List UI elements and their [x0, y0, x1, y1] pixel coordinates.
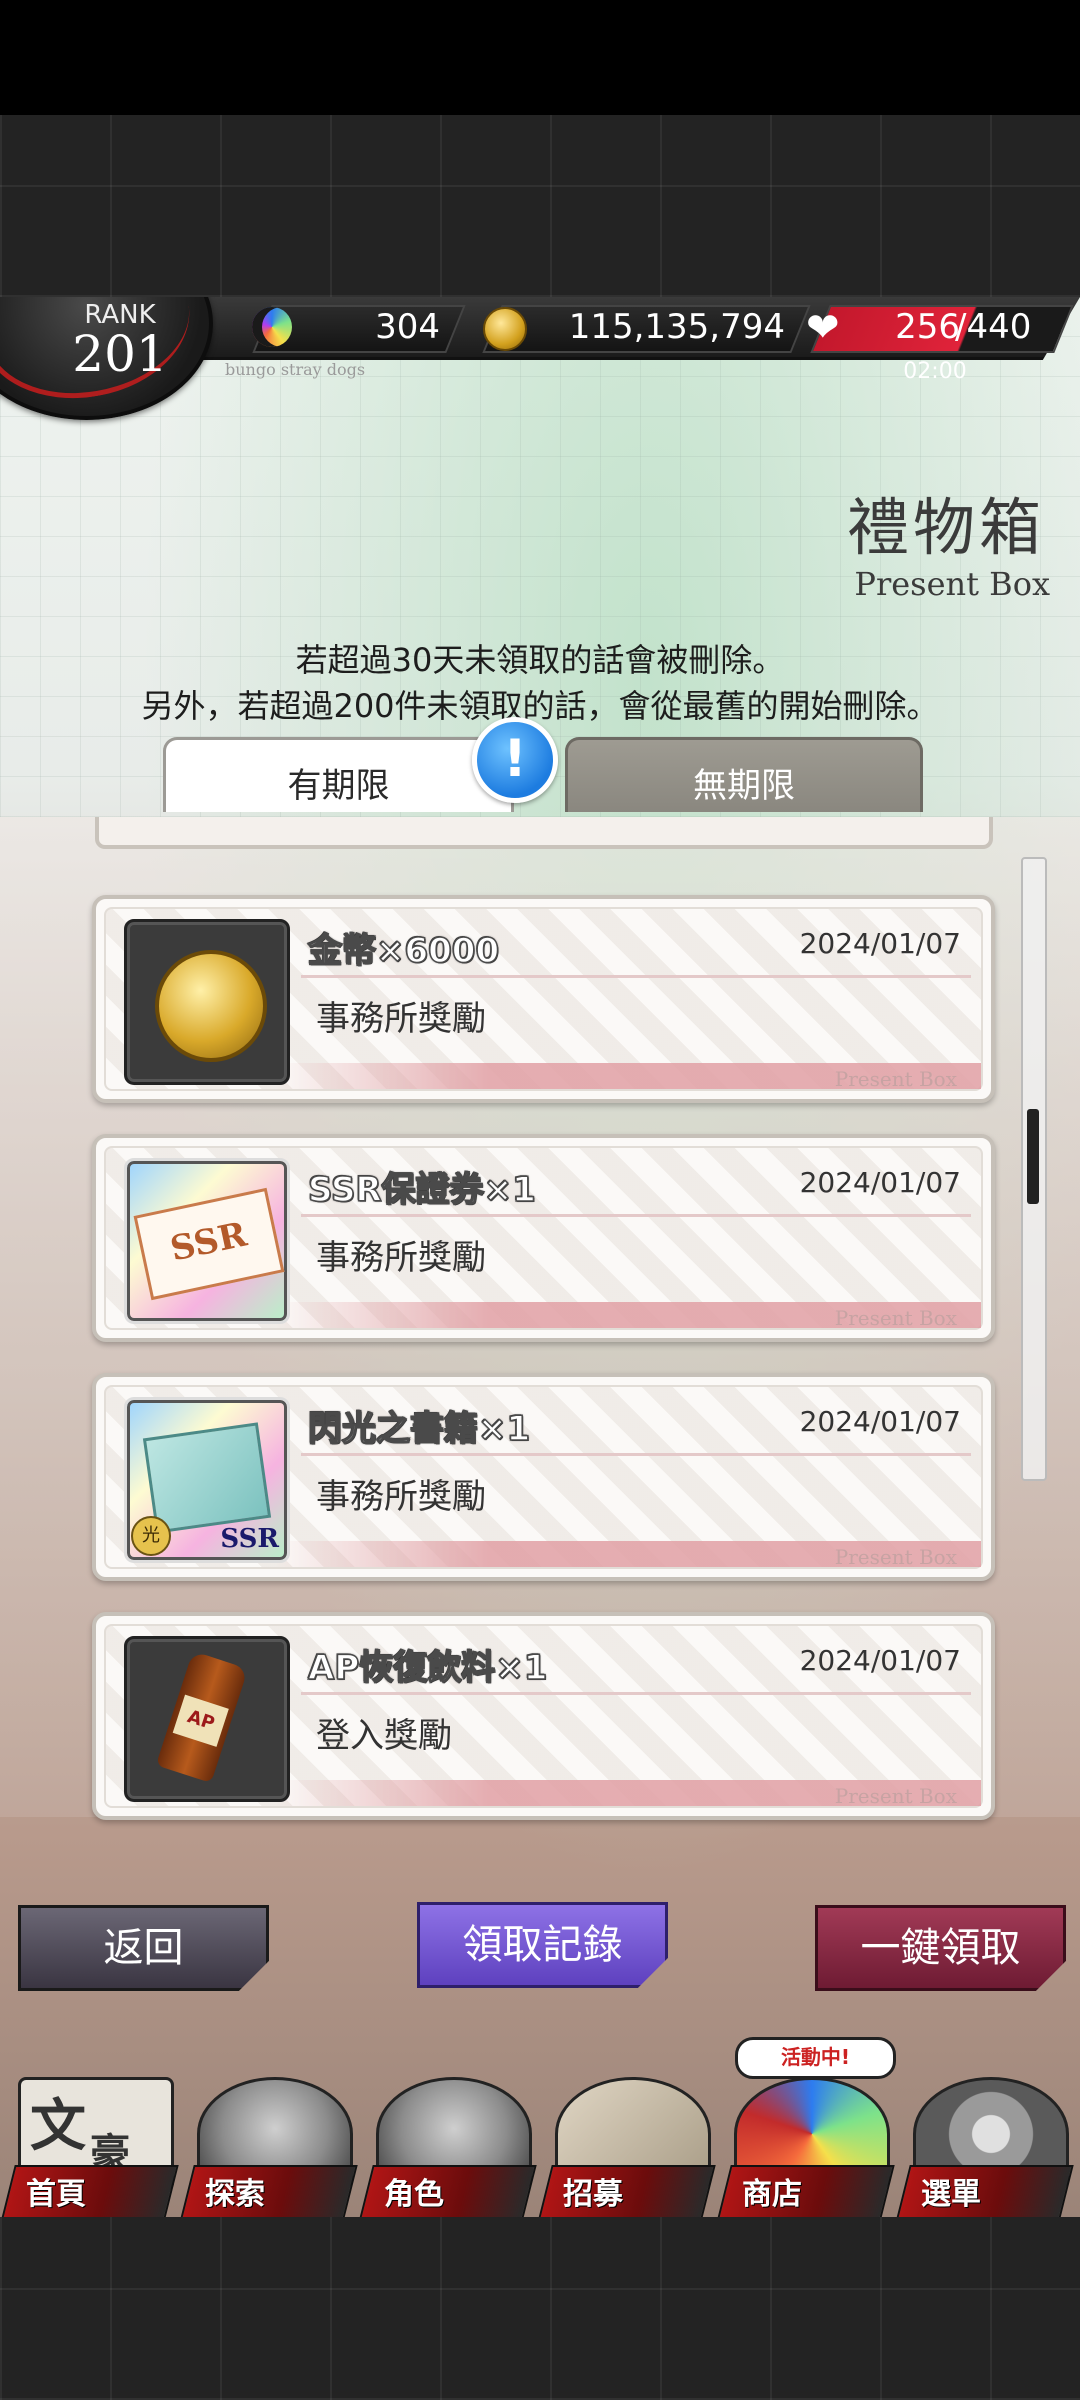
glow-badge: 光	[131, 1516, 171, 1556]
ap-timer: 02:00	[903, 359, 967, 384]
gem-count: 304	[375, 307, 440, 347]
nav-characters-label: 角色	[384, 2177, 444, 2212]
nav-shop-label: 商店	[742, 2177, 802, 2212]
item-thumbnail: SSR	[124, 1158, 290, 1324]
list-item[interactable]: 光 SSR 閃光之書籍×1 2024/01/07 事務所獎勵 Present B…	[92, 1373, 995, 1581]
nav-menu[interactable]: 選單	[896, 2077, 1074, 2217]
event-badge: 活動中!	[735, 2037, 896, 2079]
coin-icon	[483, 307, 527, 351]
item-date: 2024/01/07	[799, 1405, 961, 1438]
gem-icon	[252, 307, 292, 347]
item-source: 事務所獎勵	[316, 1238, 486, 1278]
tab-limited[interactable]: 有期限	[163, 737, 514, 812]
tab-limited-label: 有期限	[287, 766, 390, 806]
bottom-nav: 活動中! 文 豪 首頁 探索 角色 招募 商店 選單	[0, 2037, 1080, 2217]
item-source: 事務所獎勵	[316, 1477, 486, 1517]
nav-explore-label: 探索	[205, 2177, 265, 2212]
ap-current: 256	[895, 307, 960, 347]
notice-line-2: 另外，若超過200件未領取的話，會從最舊的開始刪除。	[141, 687, 939, 725]
nav-recruit-label: 招募	[563, 2177, 623, 2212]
scroll-thumb[interactable]	[1027, 1109, 1039, 1204]
ap-max: /440	[955, 307, 1032, 347]
rank-value: 201	[72, 325, 168, 383]
ssr-ticket-icon: SSR	[133, 1187, 285, 1301]
status-bar-area	[0, 0, 1080, 115]
page-title: 禮物箱	[846, 491, 1045, 564]
nav-menu-label: 選單	[921, 2177, 981, 2212]
nav-shop[interactable]: 商店	[717, 2077, 895, 2217]
item-source: 事務所獎勵	[316, 999, 486, 1039]
back-button[interactable]: 返回	[18, 1905, 269, 1991]
ap-heart-icon: ❤	[806, 305, 840, 351]
tab-unlimited[interactable]: 無期限	[565, 737, 923, 812]
nav-characters[interactable]: 角色	[359, 2077, 537, 2217]
ssr-badge: SSR	[220, 1524, 279, 1554]
item-thumbnail: AP	[124, 1636, 290, 1802]
list-scrollbar[interactable]	[1021, 857, 1047, 1481]
item-thumbnail	[124, 919, 290, 1085]
item-name: 金幣×6000	[307, 930, 500, 972]
gold-coin-icon	[155, 950, 267, 1062]
nav-home-label: 首頁	[26, 2177, 86, 2212]
list-item[interactable]: SSR SSR保證券×1 2024/01/07 事務所獎勵 Present Bo…	[92, 1134, 995, 1342]
nav-recruit[interactable]: 招募	[538, 2077, 716, 2217]
item-date: 2024/01/07	[799, 927, 961, 960]
item-name: AP恢復飲料×1	[307, 1647, 548, 1689]
card-divider	[301, 1692, 971, 1695]
game-screen: RANK 201 bungo stray dogs 304 115,135,79…	[0, 297, 1080, 2217]
notice-line-1: 若超過30天未領取的話會被刪除。	[295, 641, 785, 679]
item-name: SSR保證券×1	[307, 1169, 536, 1211]
list-item[interactable]: AP AP恢復飲料×1 2024/01/07 登入獎勵 Present Box	[92, 1612, 995, 1820]
card-watermark: Present Box	[834, 1067, 957, 1091]
book-icon	[142, 1422, 272, 1534]
card-divider	[301, 1214, 971, 1217]
ap-drink-label: AP	[172, 1694, 229, 1747]
card-divider	[301, 975, 971, 978]
tab-unlimited-label: 無期限	[693, 766, 795, 806]
letterbox-top	[0, 115, 1080, 297]
item-thumbnail: 光 SSR	[124, 1397, 290, 1563]
card-divider	[301, 1453, 971, 1456]
coin-count: 115,135,794	[568, 307, 785, 347]
nav-explore[interactable]: 探索	[180, 2077, 358, 2217]
claim-all-button[interactable]: 一鍵領取	[815, 1905, 1066, 1991]
alert-icon: !	[472, 717, 558, 803]
letterbox-bottom	[0, 2217, 1080, 2400]
page-subtitle: Present Box	[854, 565, 1050, 603]
game-subtitle: bungo stray dogs	[225, 360, 366, 379]
card-watermark: Present Box	[834, 1784, 957, 1808]
item-name: 閃光之書籍×1	[307, 1408, 531, 1450]
list-item-partial	[95, 817, 993, 849]
list-item[interactable]: 金幣×6000 2024/01/07 事務所獎勵 Present Box	[92, 895, 995, 1103]
item-date: 2024/01/07	[799, 1166, 961, 1199]
nav-home[interactable]: 文 豪 首頁	[1, 2077, 179, 2217]
home-glyph: 文	[30, 2094, 86, 2159]
ap-drink-icon: AP	[155, 1650, 249, 1784]
card-watermark: Present Box	[834, 1545, 957, 1569]
claim-history-button[interactable]: 領取記錄	[417, 1902, 668, 1988]
item-source: 登入獎勵	[316, 1716, 452, 1756]
card-watermark: Present Box	[834, 1306, 957, 1330]
item-date: 2024/01/07	[799, 1644, 961, 1677]
